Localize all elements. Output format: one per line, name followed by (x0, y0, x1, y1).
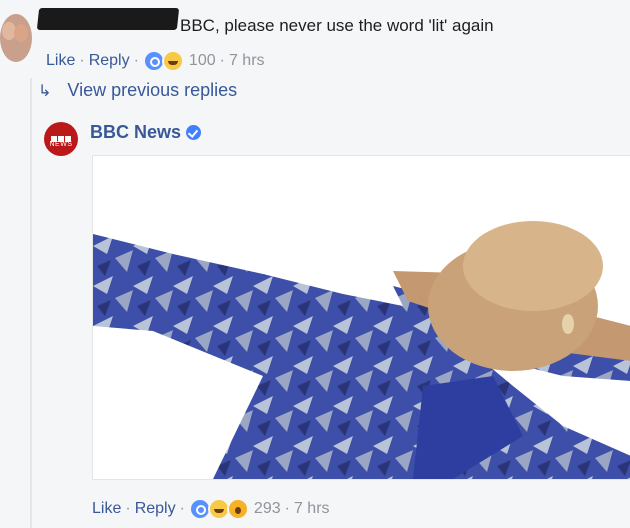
verified-badge-icon (186, 125, 202, 140)
reaction-count: 100 (188, 52, 216, 69)
view-previous-replies[interactable]: ↳ View previous replies (38, 80, 237, 101)
avatar-face (14, 24, 28, 42)
like-link[interactable]: Like (92, 500, 121, 518)
view-previous-label: View previous replies (67, 80, 238, 100)
reaction-summary[interactable]: 100 (142, 50, 216, 72)
author-name: BBC News (90, 122, 182, 142)
reaction-summary[interactable]: 293 (188, 498, 281, 520)
thread-line (30, 78, 32, 528)
reply-arrow-icon: ↳ (38, 82, 52, 100)
like-link[interactable]: Like (46, 52, 75, 70)
separator: · (79, 52, 85, 69)
reply-gif[interactable] (92, 155, 630, 480)
wow-icon (226, 498, 249, 520)
separator: · (284, 500, 290, 517)
reply-author[interactable]: BBC News (90, 122, 202, 143)
reaction-count: 293 (253, 500, 281, 517)
timestamp[interactable]: 7 hrs (229, 52, 265, 70)
commenter-avatar[interactable] (0, 14, 32, 62)
separator: · (179, 500, 185, 517)
comment-text: BBC, please never use the word 'lit' aga… (180, 16, 494, 35)
comment-actions: Like · Reply · 100 · 7 hrs (46, 50, 265, 72)
separator: · (219, 52, 225, 69)
redacted-name (36, 8, 180, 30)
bbc-news-avatar[interactable]: NEWS (44, 122, 78, 156)
haha-icon (161, 50, 184, 72)
avatar-label: NEWS (49, 141, 73, 148)
separator: · (125, 500, 131, 517)
reply-link[interactable]: Reply (89, 52, 130, 70)
reply-link[interactable]: Reply (135, 500, 176, 518)
reply-actions: Like · Reply · 293 · 7 hrs (92, 498, 330, 520)
timestamp[interactable]: 7 hrs (294, 500, 330, 518)
separator: · (133, 52, 139, 69)
dabbing-person-image (93, 156, 630, 479)
